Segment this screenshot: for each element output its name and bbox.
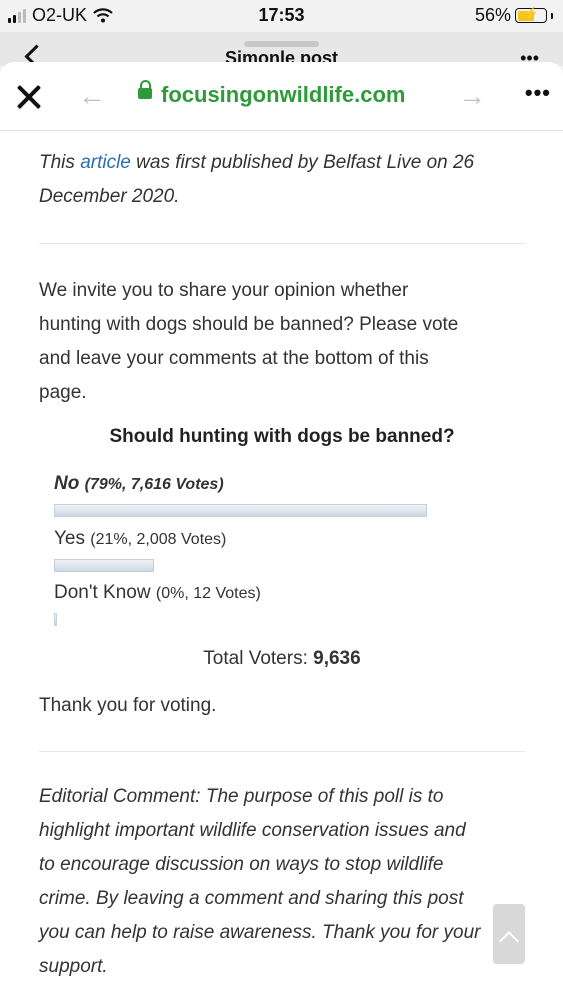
divider [39,751,525,752]
invite-line: page. [39,382,87,403]
lock-icon [138,80,152,99]
total-value: 9,636 [313,648,361,669]
browser-toolbar: ← focusingonwildlife.com → ••• [0,62,563,131]
browser-sheet: ← focusingonwildlife.com → ••• This arti… [0,62,563,1000]
battery-percent: 56% [474,5,511,25]
intro-text: This article was first published by Belf… [39,146,525,214]
poll-option-label: Don't Know [54,582,151,603]
editorial-line: support. [39,956,108,977]
poll-bar-no [54,504,427,517]
poll-option-no: No (79%, 7,616 Votes) [54,473,540,495]
invite-line: and leave your comments at the bottom of… [39,348,429,369]
poll-option-detail: (21%, 2,008 Votes) [90,531,227,548]
poll-option-detail: (79%, 7,616 Votes) [84,476,224,493]
poll-option-dont-know: Don't Know (0%, 12 Votes) [54,582,540,604]
total-label: Total Voters: [203,648,308,669]
editorial-line: you can help to raise awareness. Thank y… [39,922,481,943]
article-content: This article was first published by Belf… [39,130,525,984]
intro-prefix: This [39,152,81,173]
forward-arrow-icon[interactable]: → [458,80,486,112]
status-bar: O2-UK 17:53 56% ⚡ [0,0,563,32]
status-right: 56% ⚡ [475,5,553,26]
editorial-comment: Editorial Comment: The purpose of this p… [39,780,525,984]
intro-rest: was first published by Belfast Live on 2… [130,152,475,173]
battery-icon: ⚡ [515,6,547,23]
poll-bar-yes [54,559,154,572]
close-icon[interactable] [14,82,44,112]
poll-option-detail: (0%, 12 Votes) [155,585,261,602]
background-page: Simonle post ••• [0,32,563,69]
invite-paragraph: We invite you to share your opinion whet… [39,274,525,410]
poll-bar-dont-know [54,613,57,626]
editorial-line: to encourage discussion on ways to stop … [39,854,444,875]
poll-question: Should hunting with dogs be banned? [109,426,455,447]
invite-line: We invite you to share your opinion whet… [39,280,409,301]
divider [39,243,525,244]
editorial-line: highlight important wildlife conservatio… [39,820,466,841]
article-link[interactable]: article [80,152,131,173]
invite-line: hunting with dogs should be banned? Plea… [39,314,459,335]
poll-option-label: No [54,473,80,494]
editorial-line: crime. By leaving a comment and sharing … [39,888,464,909]
intro-line-2: December 2020. [39,186,180,207]
back-arrow-icon[interactable]: ← [78,80,106,112]
sheet-grabber[interactable] [244,41,319,47]
scroll-to-top-button[interactable] [493,904,525,964]
battery-tip [551,12,553,19]
more-options-icon[interactable]: ••• [525,80,551,106]
thank-you-text: Thank you for voting. [39,695,217,716]
poll-total: Total Voters: 9,636 [39,648,525,670]
editorial-line: Editorial Comment: The purpose of this p… [39,786,444,807]
poll-option-label: Yes [54,528,85,549]
poll-option-yes: Yes (21%, 2,008 Votes) [54,528,540,550]
url-domain[interactable]: focusingonwildlife.com [161,82,405,108]
